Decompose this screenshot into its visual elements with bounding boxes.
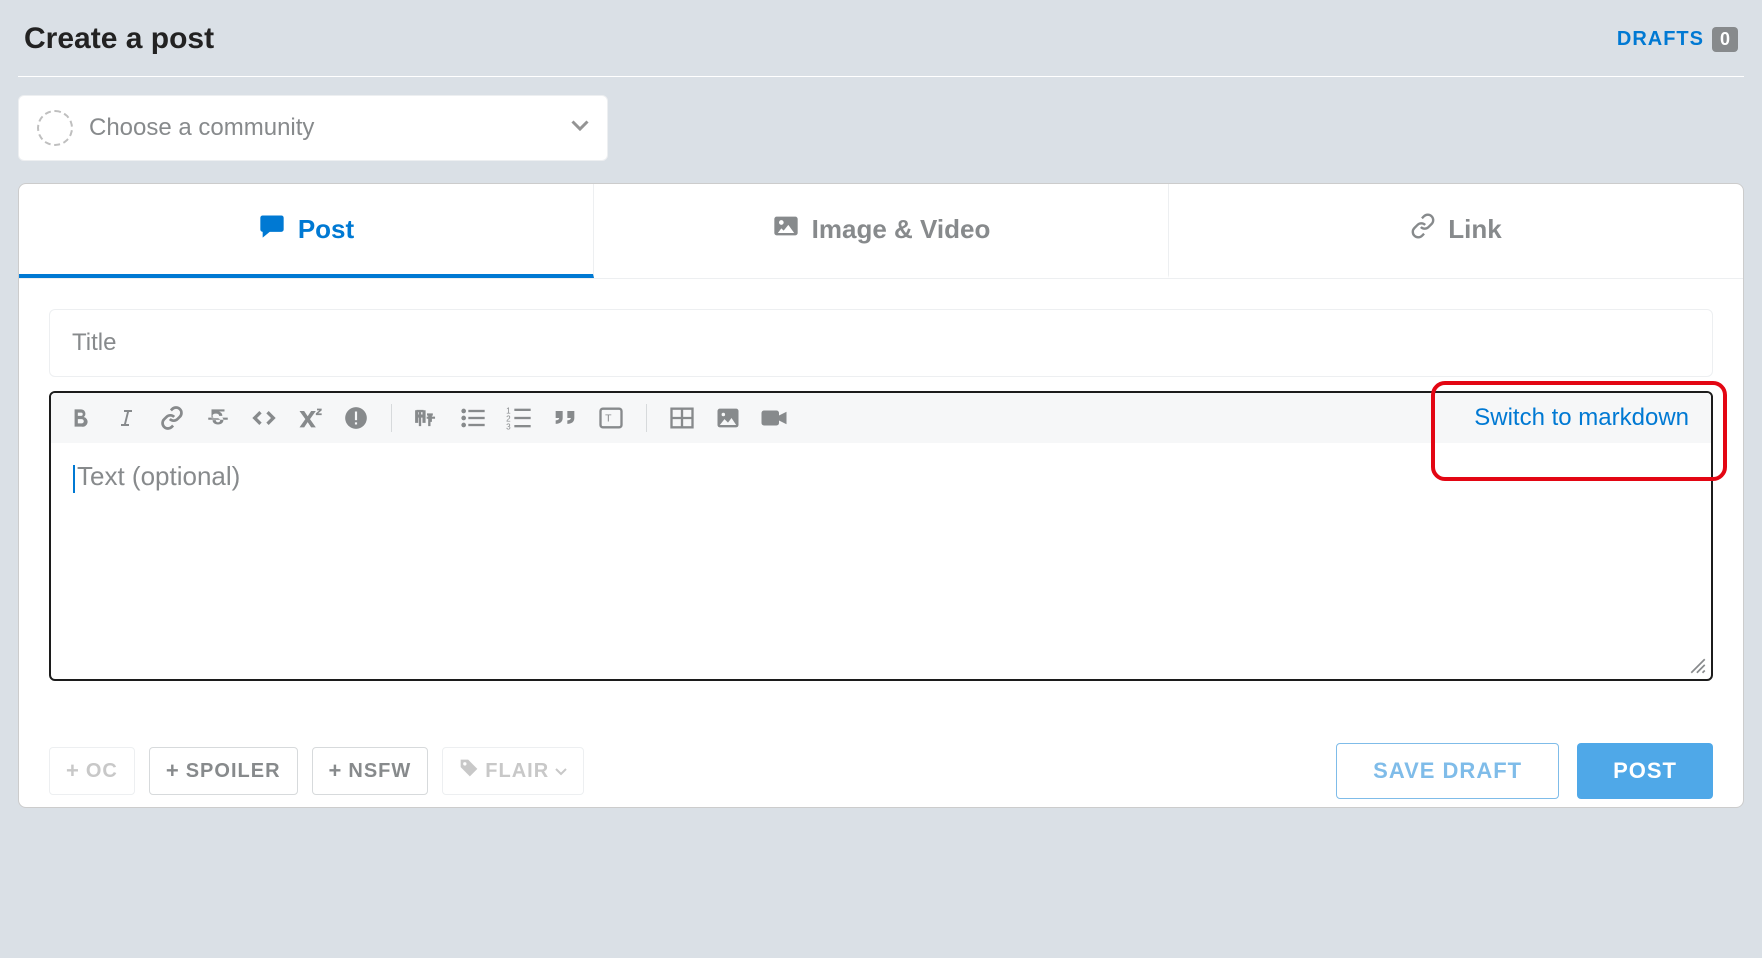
plus-icon: + bbox=[329, 760, 343, 782]
tab-image-video-label: Image & Video bbox=[812, 214, 991, 245]
code-block-button[interactable]: T bbox=[596, 403, 626, 433]
save-draft-button[interactable]: SAVE DRAFT bbox=[1336, 743, 1559, 799]
toolbar-separator bbox=[646, 404, 647, 432]
flair-tag-label: FLAIR bbox=[485, 760, 549, 783]
bold-button[interactable] bbox=[65, 403, 95, 433]
table-button[interactable] bbox=[667, 403, 697, 433]
insert-video-button[interactable] bbox=[759, 403, 789, 433]
create-post-card: Post Image & Video Link bbox=[18, 183, 1744, 808]
community-picker[interactable]: Choose a community bbox=[18, 95, 608, 161]
tab-post-label: Post bbox=[298, 214, 354, 245]
insert-image-button[interactable] bbox=[713, 403, 743, 433]
drafts-count-badge: 0 bbox=[1712, 27, 1738, 52]
tag-buttons: + OC + SPOILER + NSFW FLAIR bbox=[49, 747, 584, 795]
community-placeholder-icon bbox=[37, 110, 73, 146]
italic-button[interactable] bbox=[111, 403, 141, 433]
drafts-label: DRAFTS bbox=[1617, 28, 1704, 51]
tag-icon bbox=[459, 758, 479, 784]
page-header: Create a post DRAFTS 0 bbox=[18, 0, 1744, 77]
text-editor: 123 T Switch to markdown Text (optional) bbox=[49, 391, 1713, 681]
text-placeholder: Text (optional) bbox=[77, 461, 240, 491]
plus-icon: + bbox=[66, 760, 80, 782]
strikethrough-button[interactable] bbox=[203, 403, 233, 433]
flair-tag-button[interactable]: FLAIR bbox=[442, 747, 584, 795]
code-button[interactable] bbox=[249, 403, 279, 433]
post-icon bbox=[258, 212, 286, 247]
action-buttons: SAVE DRAFT POST bbox=[1336, 743, 1713, 799]
numbered-list-button[interactable]: 123 bbox=[504, 403, 534, 433]
image-icon bbox=[772, 212, 800, 247]
text-area[interactable]: Text (optional) bbox=[51, 443, 1711, 679]
post-type-tabs: Post Image & Video Link bbox=[19, 184, 1743, 279]
nsfw-tag-label: NSFW bbox=[348, 760, 411, 783]
community-placeholder-text: Choose a community bbox=[89, 114, 555, 142]
oc-tag-label: OC bbox=[86, 760, 118, 783]
bottom-bar: + OC + SPOILER + NSFW FLAIR bbox=[19, 711, 1743, 807]
svg-text:T: T bbox=[605, 413, 612, 425]
link-icon bbox=[1410, 213, 1436, 246]
spoiler-tag-label: SPOILER bbox=[186, 760, 281, 783]
toolbar-separator bbox=[391, 404, 392, 432]
tab-link-label: Link bbox=[1448, 214, 1501, 245]
spoiler-tag-button[interactable]: + SPOILER bbox=[149, 747, 298, 795]
post-label: POST bbox=[1613, 758, 1677, 784]
spoiler-inline-button[interactable] bbox=[341, 403, 371, 433]
quote-button[interactable] bbox=[550, 403, 580, 433]
tab-image-video[interactable]: Image & Video bbox=[594, 184, 1169, 278]
post-button[interactable]: POST bbox=[1577, 743, 1713, 799]
chevron-down-icon bbox=[571, 119, 589, 137]
switch-to-markdown-link[interactable]: Switch to markdown bbox=[1474, 404, 1697, 432]
heading-button[interactable] bbox=[412, 403, 442, 433]
tab-post[interactable]: Post bbox=[19, 184, 594, 278]
tab-link[interactable]: Link bbox=[1169, 184, 1743, 278]
editor-toolbar: 123 T Switch to markdown bbox=[51, 393, 1711, 443]
drafts-link[interactable]: DRAFTS 0 bbox=[1617, 27, 1738, 52]
bulleted-list-button[interactable] bbox=[458, 403, 488, 433]
save-draft-label: SAVE DRAFT bbox=[1373, 758, 1522, 784]
card-body: 123 T Switch to markdown Text (optional) bbox=[19, 279, 1743, 711]
text-caret bbox=[73, 465, 75, 493]
page-title: Create a post bbox=[24, 22, 214, 56]
plus-icon: + bbox=[166, 760, 180, 782]
chevron-down-icon bbox=[555, 760, 567, 783]
superscript-button[interactable] bbox=[295, 403, 325, 433]
title-input[interactable] bbox=[49, 309, 1713, 377]
nsfw-tag-button[interactable]: + NSFW bbox=[312, 747, 429, 795]
resize-grip-icon[interactable] bbox=[1689, 657, 1707, 675]
oc-tag-button[interactable]: + OC bbox=[49, 747, 135, 795]
link-button[interactable] bbox=[157, 403, 187, 433]
svg-text:3: 3 bbox=[506, 423, 511, 432]
